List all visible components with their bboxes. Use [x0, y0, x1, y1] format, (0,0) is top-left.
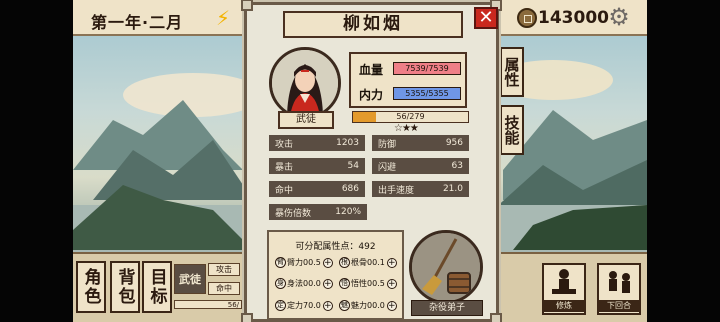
star-rating: ☆★★: [394, 123, 419, 134]
stat-dodge: 闪避 63: [372, 158, 469, 174]
stat-label: 出手速度: [378, 185, 415, 196]
broom-bucket-icon: [412, 233, 480, 301]
charm-icon: 魅: [339, 300, 350, 311]
next-turn-figure-icon: [609, 271, 630, 293]
coin-icon: [517, 8, 537, 28]
close-icon[interactable]: ✕: [474, 7, 498, 29]
attribute-charm: 魅 魅力 00.0 +: [339, 299, 397, 312]
add-constitution-button[interactable]: +: [386, 257, 397, 268]
stat-attack: 攻击 1203: [269, 135, 365, 151]
attribute-value: 70.0: [303, 301, 321, 310]
tab-attributes[interactable]: 属性: [500, 47, 524, 97]
willpower-icon: 定: [275, 300, 286, 311]
rank-badge: 武徒: [278, 111, 334, 129]
nav-goal-button[interactable]: 目标: [142, 261, 172, 313]
rank-chip: 武徒: [174, 264, 206, 294]
attribute-value: 00.0: [303, 279, 321, 288]
insight-icon: 悟: [339, 278, 350, 289]
heroine-avatar: [272, 50, 338, 116]
cultivate-button[interactable]: 修炼: [542, 263, 586, 315]
attribute-value: 00.5: [367, 279, 385, 288]
stat-value: 120%: [335, 207, 361, 217]
attribute-value: 00.5: [303, 258, 321, 267]
add-agility-button[interactable]: +: [322, 278, 333, 289]
gear-icon[interactable]: ⚙: [606, 4, 632, 30]
stat-label: 暴击: [275, 162, 294, 173]
mini-hit-label: 命中: [208, 282, 240, 295]
stat-defense: 防御 956: [372, 135, 469, 151]
date-label: 第一年·二月: [91, 13, 184, 32]
attribute-label: 臂力: [287, 258, 303, 267]
stat-label: 防御: [378, 139, 397, 150]
mini-xp-bar: 56/: [174, 300, 242, 309]
attribute-label: 根骨: [351, 258, 367, 267]
agility-icon: 身: [275, 278, 286, 289]
attribute-value: 00.1: [367, 258, 385, 267]
letterbox-left: [0, 0, 73, 322]
vitals-box: 血量 7539/7539 内力 5355/5355: [349, 52, 467, 108]
character-name: 柳如烟: [283, 11, 463, 38]
role-portrait: [409, 230, 483, 304]
stat-value: 686: [341, 184, 359, 194]
nav-bag-button[interactable]: 背包: [110, 261, 140, 313]
add-willpower-button[interactable]: +: [322, 300, 333, 311]
stat-label: 闪避: [378, 162, 397, 173]
free-points-label: 可分配属性点：492: [295, 242, 376, 252]
tab-skills[interactable]: 技能: [500, 105, 524, 155]
attribute-strength: 臂 臂力 00.5 +: [275, 256, 333, 269]
attribute-label: 魅力: [351, 301, 367, 310]
mp-label: 内力: [359, 88, 384, 102]
cultivate-label: 修炼: [544, 300, 584, 312]
stat-label: 命中: [275, 185, 294, 196]
panel-corner: [241, 313, 253, 322]
mini-attack-label: 攻击: [208, 263, 240, 276]
panel-corner: [241, 0, 253, 11]
attribute-label: 定力: [287, 301, 303, 310]
attribute-constitution: 根 根骨 00.1 +: [339, 256, 397, 269]
character-portrait: [269, 47, 341, 119]
stat-value: 21.0: [442, 184, 463, 194]
lightning-icon: ⚡: [216, 6, 231, 30]
stat-value: 1203: [336, 138, 359, 148]
cultivate-figure-icon: [552, 269, 576, 294]
character-panel: 柳如烟 ✕ 武徒 血量 7539/7539 内力 5355/5355 56/27…: [241, 0, 502, 322]
add-charm-button[interactable]: +: [386, 300, 397, 311]
mp-bar: 5355/5355: [393, 87, 461, 100]
stat-value: 54: [347, 161, 359, 171]
attribute-insight: 悟 悟性 00.5 +: [339, 277, 397, 290]
letterbox-right: [647, 0, 720, 322]
next-turn-button[interactable]: 下回合: [597, 263, 641, 315]
role-label: 杂役弟子: [411, 300, 483, 316]
panel-corner: [490, 313, 502, 322]
stat-crit: 暴击 54: [269, 158, 365, 174]
stat-crit-damage: 暴伤倍数 120%: [269, 204, 367, 220]
hp-label: 血量: [359, 63, 384, 77]
attribute-value: 00.0: [367, 301, 385, 310]
strength-icon: 臂: [275, 257, 286, 268]
stat-label: 暴伤倍数: [275, 208, 312, 219]
attribute-allocation-box: 可分配属性点：492 臂 臂力 00.5 + 根 根骨 00.1 + 身 身法 …: [267, 230, 404, 320]
add-strength-button[interactable]: +: [322, 257, 333, 268]
attribute-label: 身法: [287, 279, 303, 288]
xp-bar: 56/279: [352, 111, 469, 123]
stat-label: 攻击: [275, 139, 294, 150]
stat-hit: 命中 686: [269, 181, 365, 197]
constitution-icon: 根: [339, 257, 350, 268]
xp-text: 56/279: [396, 112, 425, 121]
hp-bar: 7539/7539: [393, 62, 461, 75]
stat-value: 956: [445, 138, 463, 148]
game-screen: 第一年·二月 ⚡ 143000 ⚙ 角色 背包 目标 武徒 攻击 命中 56/ …: [0, 0, 720, 322]
next-turn-label: 下回合: [599, 300, 639, 312]
money-count: 143000: [538, 8, 609, 28]
stat-speed: 出手速度 21.0: [372, 181, 469, 197]
attribute-label: 悟性: [351, 279, 367, 288]
nav-character-button[interactable]: 角色: [76, 261, 106, 313]
xp-bar-fill: [353, 112, 376, 122]
attribute-willpower: 定 定力 70.0 +: [275, 299, 333, 312]
add-insight-button[interactable]: +: [386, 278, 397, 289]
attribute-agility: 身 身法 00.0 +: [275, 277, 333, 290]
stat-value: 63: [451, 161, 463, 171]
